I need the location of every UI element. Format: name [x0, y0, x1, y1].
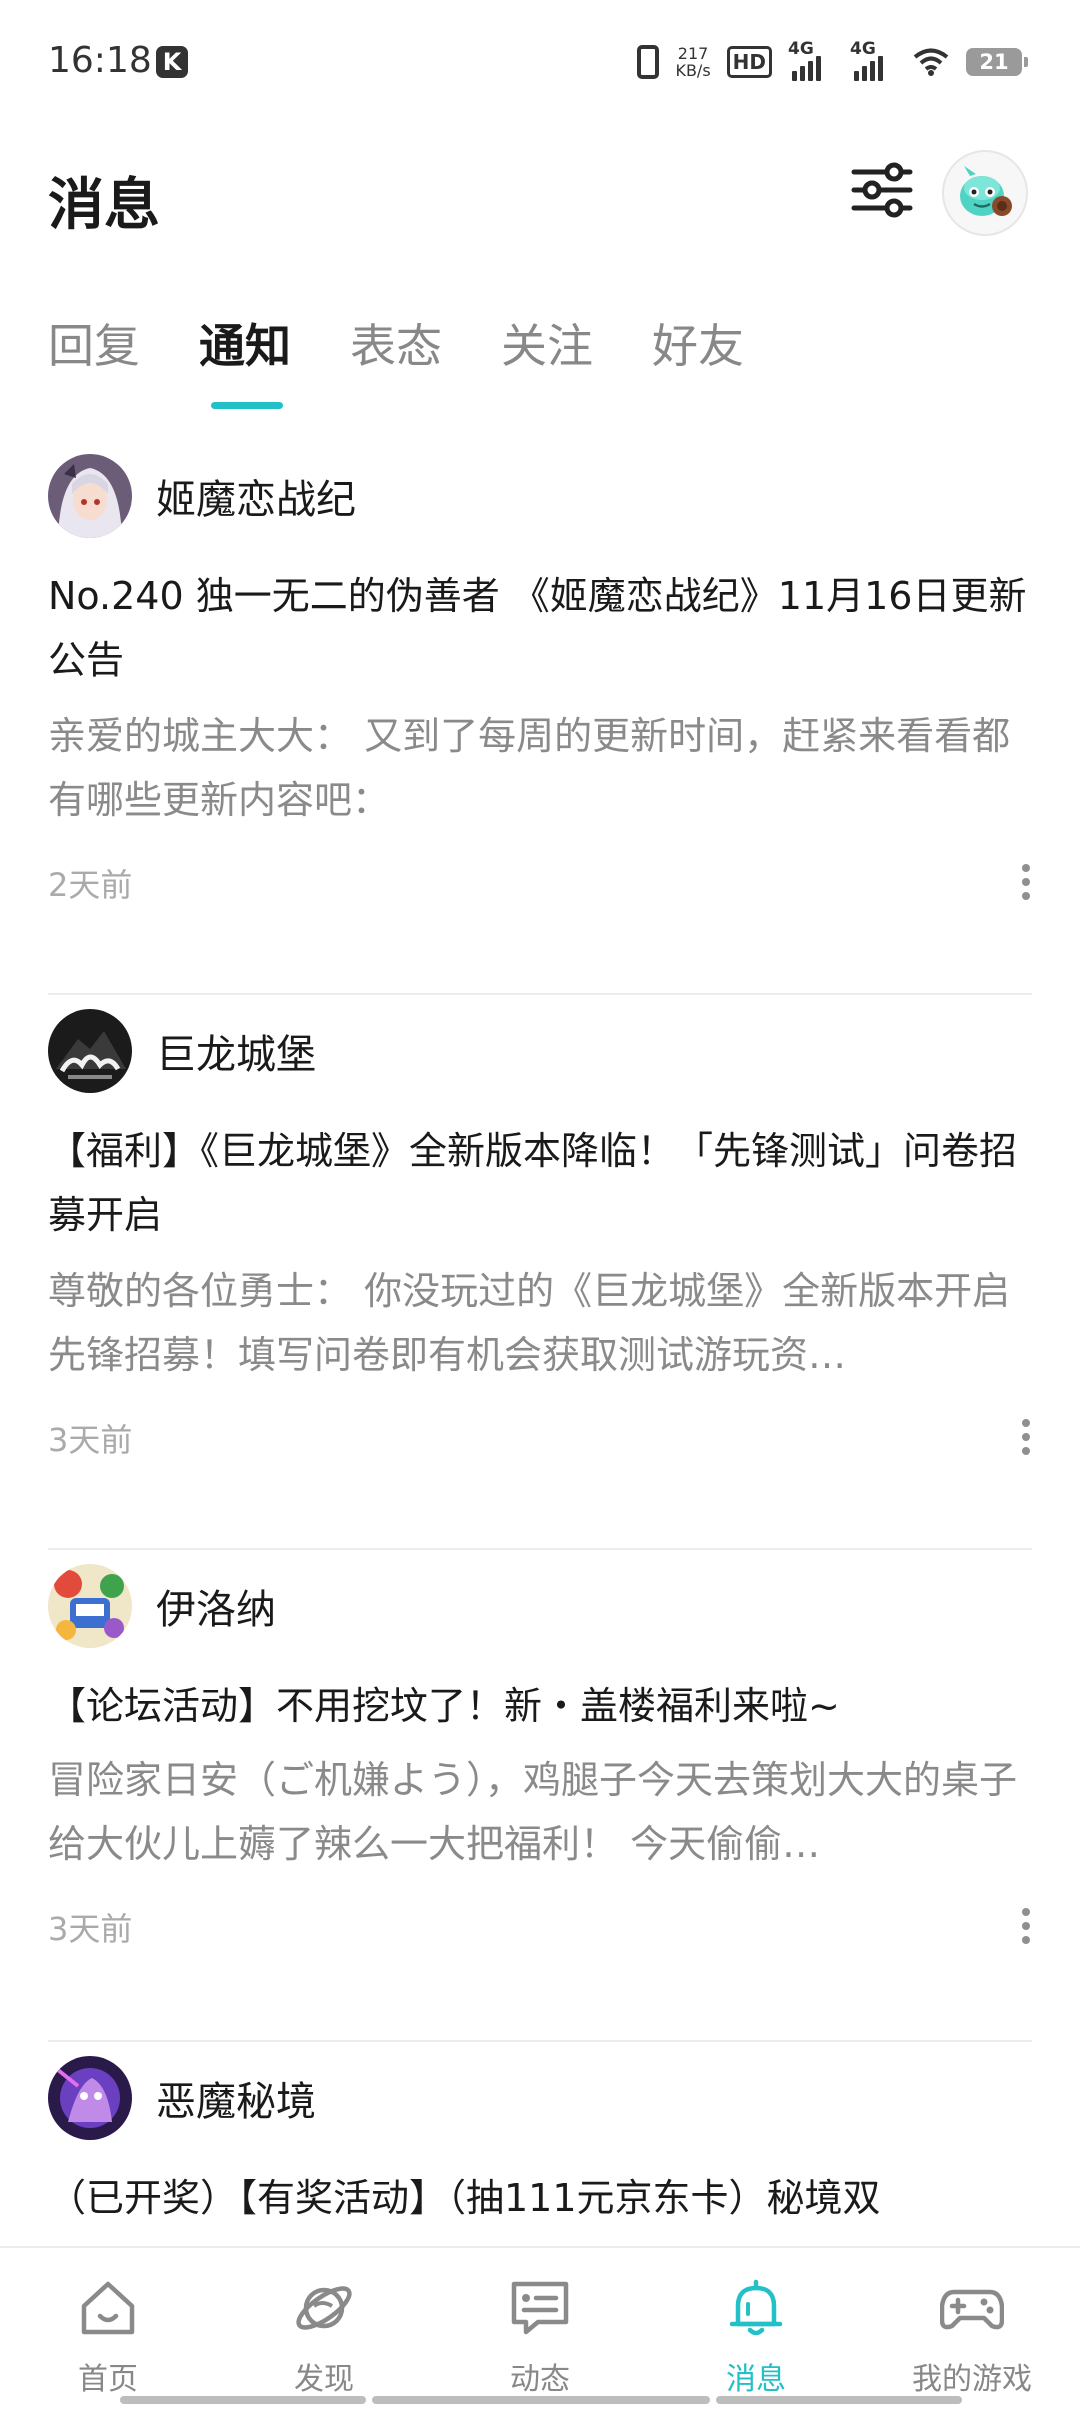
- status-time: 16:18: [48, 40, 152, 81]
- tab-label: 关注: [501, 319, 593, 373]
- source-name: 伊洛纳: [156, 1587, 276, 1633]
- nav-label: 消息: [726, 2362, 786, 2397]
- sim2-network-label: 4G: [850, 39, 876, 59]
- user-avatar-icon: [960, 166, 1012, 216]
- nav-label: 动态: [510, 2362, 570, 2397]
- tab-follow[interactable]: 关注: [501, 310, 593, 410]
- notification-card[interactable]: 伊洛纳 【论坛活动】不用挖坟了！新・盖楼福利来啦~ 冒险家日安（ご机嫌よう），鸡…: [0, 1550, 1080, 2042]
- sliders-icon[interactable]: [850, 160, 914, 220]
- notification-title[interactable]: No.240 独一无二的伪善者 《姬魔恋战纪》11月16日更新公告: [48, 564, 1028, 692]
- notification-source[interactable]: 巨龙城堡: [48, 1009, 316, 1093]
- game-logo-icon[interactable]: [48, 1564, 132, 1648]
- page-title: 消息: [48, 173, 160, 238]
- hd-voice-icon: HD: [726, 46, 772, 78]
- tab-reaction[interactable]: 表态: [350, 310, 442, 410]
- notification-excerpt[interactable]: 亲爱的城主大大： 又到了每周的更新时间，赶紧来看看都有哪些更新内容吧：: [48, 704, 1034, 832]
- user-avatar-button[interactable]: [942, 150, 1028, 236]
- planet-icon: [296, 2286, 352, 2330]
- status-bar: 16:18 K 217 KB/s HD 4G 4G 21: [0, 0, 1080, 125]
- tab-label: 通知: [199, 319, 291, 373]
- gesture-bar: [372, 2396, 710, 2404]
- nav-label: 首页: [78, 2362, 138, 2397]
- tab-label: 表态: [350, 319, 442, 373]
- notification-card[interactable]: 姬魔恋战纪 No.240 独一无二的伪善者 《姬魔恋战纪》11月16日更新公告 …: [0, 440, 1080, 995]
- notification-title[interactable]: 【论坛活动】不用挖坟了！新・盖楼福利来啦~: [48, 1674, 1028, 1738]
- notification-card[interactable]: 巨龙城堡 【福利】《巨龙城堡》全新版本降临！「先锋测试」问卷招募开启 尊敬的各位…: [0, 995, 1080, 1550]
- nav-activity[interactable]: 动态: [432, 2248, 648, 2398]
- game-logo-icon[interactable]: [48, 454, 132, 538]
- game-logo-icon[interactable]: [48, 2056, 132, 2140]
- wifi-icon: [913, 48, 949, 76]
- source-name: 姬魔恋战纪: [156, 477, 356, 523]
- app-notification-icon: K: [156, 46, 188, 78]
- tab-friends[interactable]: 好友: [652, 310, 744, 410]
- network-speed: 217 KB/s: [675, 45, 710, 79]
- nav-home[interactable]: 首页: [0, 2248, 216, 2398]
- more-options-icon[interactable]: [1020, 1419, 1032, 1459]
- tab-reply[interactable]: 回复: [48, 310, 140, 410]
- home-icon: [81, 2281, 135, 2335]
- network-speed-unit: KB/s: [675, 61, 711, 80]
- notification-source[interactable]: 伊洛纳: [48, 1564, 276, 1648]
- tab-label: 好友: [652, 319, 744, 373]
- status-icons: 217 KB/s HD 4G 4G 21: [637, 39, 1028, 84]
- nav-discover[interactable]: 发现: [216, 2248, 432, 2398]
- gesture-bar: [716, 2396, 962, 2404]
- notification-time: 3天前: [48, 1421, 133, 1459]
- network-speed-value: 217: [677, 44, 709, 63]
- nav-label: 我的游戏: [912, 2362, 1032, 2397]
- game-logo-icon[interactable]: [48, 1009, 132, 1093]
- notification-excerpt[interactable]: 尊敬的各位勇士： 你没玩过的《巨龙城堡》全新版本开启先锋招募！填写问卷即有机会获…: [48, 1259, 1034, 1387]
- chat-card-icon: [511, 2281, 569, 2335]
- nav-messages[interactable]: 消息: [648, 2248, 864, 2398]
- notification-title[interactable]: （已开奖）【有奖活动】（抽111元京东卡）秘境双: [48, 2166, 1028, 2230]
- sim1-network-label: 4G: [788, 39, 814, 59]
- source-name: 巨龙城堡: [156, 1032, 316, 1078]
- active-tab-indicator: [211, 402, 283, 409]
- bottom-navigation: 首页 发现 动态 消息 我的游戏: [0, 2246, 1080, 2410]
- message-tabs: 回复 通知 表态 关注 好友: [48, 310, 803, 410]
- bell-icon: [729, 2279, 783, 2336]
- signal-icon: 4G: [850, 39, 896, 81]
- more-options-icon[interactable]: [1020, 864, 1032, 904]
- notification-time: 3天前: [48, 1910, 133, 1948]
- gesture-bar: [120, 2396, 366, 2404]
- notification-source[interactable]: 恶魔秘境: [48, 2056, 316, 2140]
- tab-label: 回复: [48, 319, 140, 373]
- nav-my-games[interactable]: 我的游戏: [864, 2248, 1080, 2398]
- notification-title[interactable]: 【福利】《巨龙城堡》全新版本降临！「先锋测试」问卷招募开启: [48, 1119, 1028, 1247]
- battery-icon: 21: [966, 48, 1028, 76]
- notification-excerpt[interactable]: 冒险家日安（ご机嫌よう），鸡腿子今天去策划大大的桌子给大伙儿上薅了辣么一大把福利…: [48, 1748, 1034, 1876]
- notification-source[interactable]: 姬魔恋战纪: [48, 454, 356, 538]
- tab-notification[interactable]: 通知: [199, 310, 291, 410]
- more-options-icon[interactable]: [1020, 1908, 1032, 1948]
- nav-label: 发现: [294, 2362, 354, 2397]
- source-name: 恶魔秘境: [156, 2079, 316, 2125]
- gamepad-icon: [940, 2289, 1004, 2330]
- signal-icon: 4G: [788, 39, 834, 81]
- notification-time: 2天前: [48, 866, 133, 904]
- vibrate-icon: [637, 45, 660, 79]
- notification-list: 姬魔恋战纪 No.240 独一无二的伪善者 《姬魔恋战纪》11月16日更新公告 …: [0, 440, 1080, 2302]
